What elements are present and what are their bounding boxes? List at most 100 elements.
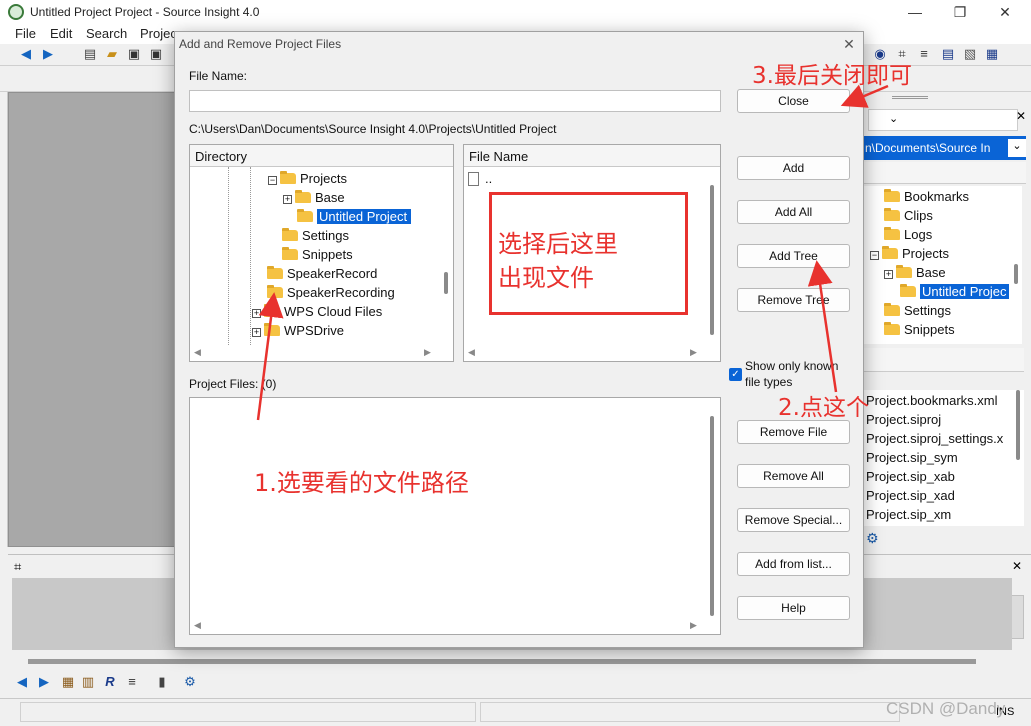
dir-item-settings[interactable]: Settings	[282, 228, 349, 243]
directory-scrollbar[interactable]	[444, 272, 448, 294]
panel-pin-icon[interactable]: ⌗	[14, 559, 21, 575]
show-known-types-label: Show only known	[745, 359, 839, 373]
scroll-right-icon[interactable]: ▶	[690, 347, 697, 358]
help-button[interactable]: Help	[737, 596, 850, 620]
list-item[interactable]: Project.sip_xad	[866, 488, 955, 503]
tree-item[interactable]: Clips	[884, 208, 933, 223]
expand-icon[interactable]: +	[884, 270, 893, 279]
remove-tree-button[interactable]: Remove Tree	[737, 288, 850, 312]
list-item[interactable]: Project.sip_xm	[866, 507, 951, 522]
scroll-left-icon[interactable]: ◀	[194, 347, 201, 358]
annotation-note-line2: 出现文件	[498, 264, 594, 292]
scroll-left-icon[interactable]: ◀	[468, 347, 475, 358]
panel-close-icon[interactable]: ✕	[1016, 109, 1026, 123]
settings-gear-icon[interactable]: ⚙	[182, 674, 198, 690]
bottom-panel-close-icon[interactable]: ✕	[1012, 559, 1022, 573]
list-item[interactable]: Project.bookmarks.xml	[866, 393, 997, 408]
project-file-list[interactable]: Project.bookmarks.xml Project.siproj Pro…	[864, 390, 1024, 526]
forward-arrow-icon[interactable]: ▶	[40, 46, 56, 62]
list-item[interactable]: Project.sip_sym	[866, 450, 958, 465]
forward-arrow-icon[interactable]: ▶	[36, 674, 52, 690]
list-item[interactable]: Project.sip_xab	[866, 469, 955, 484]
dir-item-speakerrecording[interactable]: SpeakerRecording	[267, 285, 395, 300]
dir-item-projects[interactable]: − Projects	[268, 171, 347, 186]
menu-project[interactable]: Projec	[140, 26, 177, 41]
jump-icon[interactable]: ▦	[60, 674, 76, 690]
maximize-button[interactable]: ❐	[945, 2, 975, 22]
file-list-scrollbar[interactable]	[710, 185, 714, 335]
settings-gear-icon[interactable]: ⚙	[866, 530, 879, 547]
layout-icon[interactable]: ▧	[962, 46, 978, 62]
tree-header	[864, 162, 1026, 184]
remove-special-button[interactable]: Remove Special...	[737, 508, 850, 532]
list-item[interactable]: Project.siproj_settings.x	[866, 431, 1003, 446]
collapse-icon[interactable]: −	[870, 251, 879, 260]
combo-chevron-icon[interactable]: ⌄	[1008, 139, 1026, 157]
tree-item[interactable]: Snippets	[884, 322, 955, 337]
book-icon[interactable]: ▥	[80, 674, 96, 690]
minimize-button[interactable]: —	[900, 2, 930, 22]
add-tree-button[interactable]: Add Tree	[737, 244, 850, 268]
new-file-icon[interactable]: ▤	[82, 46, 98, 62]
bottom-toolbar: ◀ ▶ ▦ ▥ R ≡ ▮ ⚙	[8, 672, 1031, 696]
status-bar: INS	[0, 698, 1031, 726]
project-folder-tree[interactable]: Bookmarks Clips Logs − Projects + Base Unt…	[864, 186, 1022, 344]
bottom-scrollbar[interactable]	[1010, 595, 1024, 639]
remove-file-button[interactable]: Remove File	[737, 420, 850, 444]
dir-item-snippets[interactable]: Snippets	[282, 247, 353, 262]
collapse-icon[interactable]: −	[268, 176, 277, 185]
file-list-item[interactable]: ..	[468, 171, 492, 186]
scroll-right-icon[interactable]: ▶	[424, 347, 431, 358]
scroll-right-icon[interactable]: ▶	[690, 620, 697, 631]
expand-icon[interactable]: +	[252, 328, 261, 337]
file-name-input[interactable]	[189, 90, 721, 112]
tree-item[interactable]: Logs	[884, 227, 932, 242]
back-arrow-icon[interactable]: ◀	[14, 674, 30, 690]
relation-icon[interactable]: ≡	[916, 46, 932, 62]
menu-edit[interactable]: Edit	[50, 26, 72, 41]
project-files-scrollbar[interactable]	[710, 416, 714, 616]
references-icon[interactable]: R	[102, 674, 118, 690]
dir-item-base[interactable]: + Base	[283, 190, 345, 205]
add-from-list-button[interactable]: Add from list...	[737, 552, 850, 576]
tree-item[interactable]: + Base	[884, 265, 946, 280]
close-button[interactable]: Close	[737, 89, 850, 113]
show-known-types-checkbox[interactable]: ✓	[729, 368, 742, 381]
dir-item-speakerrecord[interactable]: SpeakerRecord	[267, 266, 377, 281]
panel-grip[interactable]	[892, 96, 928, 99]
expand-icon[interactable]: +	[283, 195, 292, 204]
add-all-button[interactable]: Add All	[737, 200, 850, 224]
dialog-close-icon[interactable]: ✕	[839, 34, 859, 54]
close-window-button[interactable]: ✕	[990, 2, 1020, 22]
files-scrollbar[interactable]	[1016, 390, 1020, 460]
tree-scrollbar[interactable]	[1014, 264, 1018, 284]
menu-search[interactable]: Search	[86, 26, 127, 41]
call-tree-icon[interactable]: ≡	[124, 674, 140, 690]
tree-item[interactable]: − Projects	[870, 246, 949, 261]
add-button[interactable]: Add	[737, 156, 850, 180]
back-arrow-icon[interactable]: ◀	[18, 46, 34, 62]
file-name-label: File Name:	[189, 69, 248, 83]
lock-icon[interactable]: ▮	[154, 674, 170, 690]
tree-item-selected[interactable]: Untitled Projec	[900, 284, 1009, 299]
window-icon[interactable]: ▦	[984, 46, 1000, 62]
dir-item-wpsdrive[interactable]: + WPSDrive	[252, 323, 344, 338]
menu-file[interactable]: File	[15, 26, 36, 41]
dir-item-untitled-project[interactable]: Untitled Project	[297, 209, 412, 224]
list-item[interactable]: Project.siproj	[866, 412, 941, 427]
dir-item-wps-cloud-files[interactable]: + WPS Cloud Files	[252, 304, 382, 319]
save-all-icon[interactable]: ▣	[148, 46, 164, 62]
remove-all-button[interactable]: Remove All	[737, 464, 850, 488]
save-icon[interactable]: ▣	[126, 46, 142, 62]
project-files-list[interactable]: ◀ ▶	[189, 397, 721, 635]
tree-item[interactable]: Bookmarks	[884, 189, 969, 204]
scroll-left-icon[interactable]: ◀	[194, 620, 201, 631]
panel-dropdown[interactable]: ⌄	[868, 109, 1018, 131]
directory-tree[interactable]: Directory − Projects + Base Untitled Proje…	[189, 144, 454, 362]
expand-icon[interactable]: +	[252, 309, 261, 318]
open-folder-icon[interactable]: ▰	[104, 46, 120, 62]
tree-item[interactable]: Settings	[884, 303, 951, 318]
path-combo[interactable]: n\Documents\Source In	[864, 136, 1026, 160]
bottom-hscrollbar[interactable]	[28, 659, 976, 664]
browse-icon[interactable]: ▤	[940, 46, 956, 62]
